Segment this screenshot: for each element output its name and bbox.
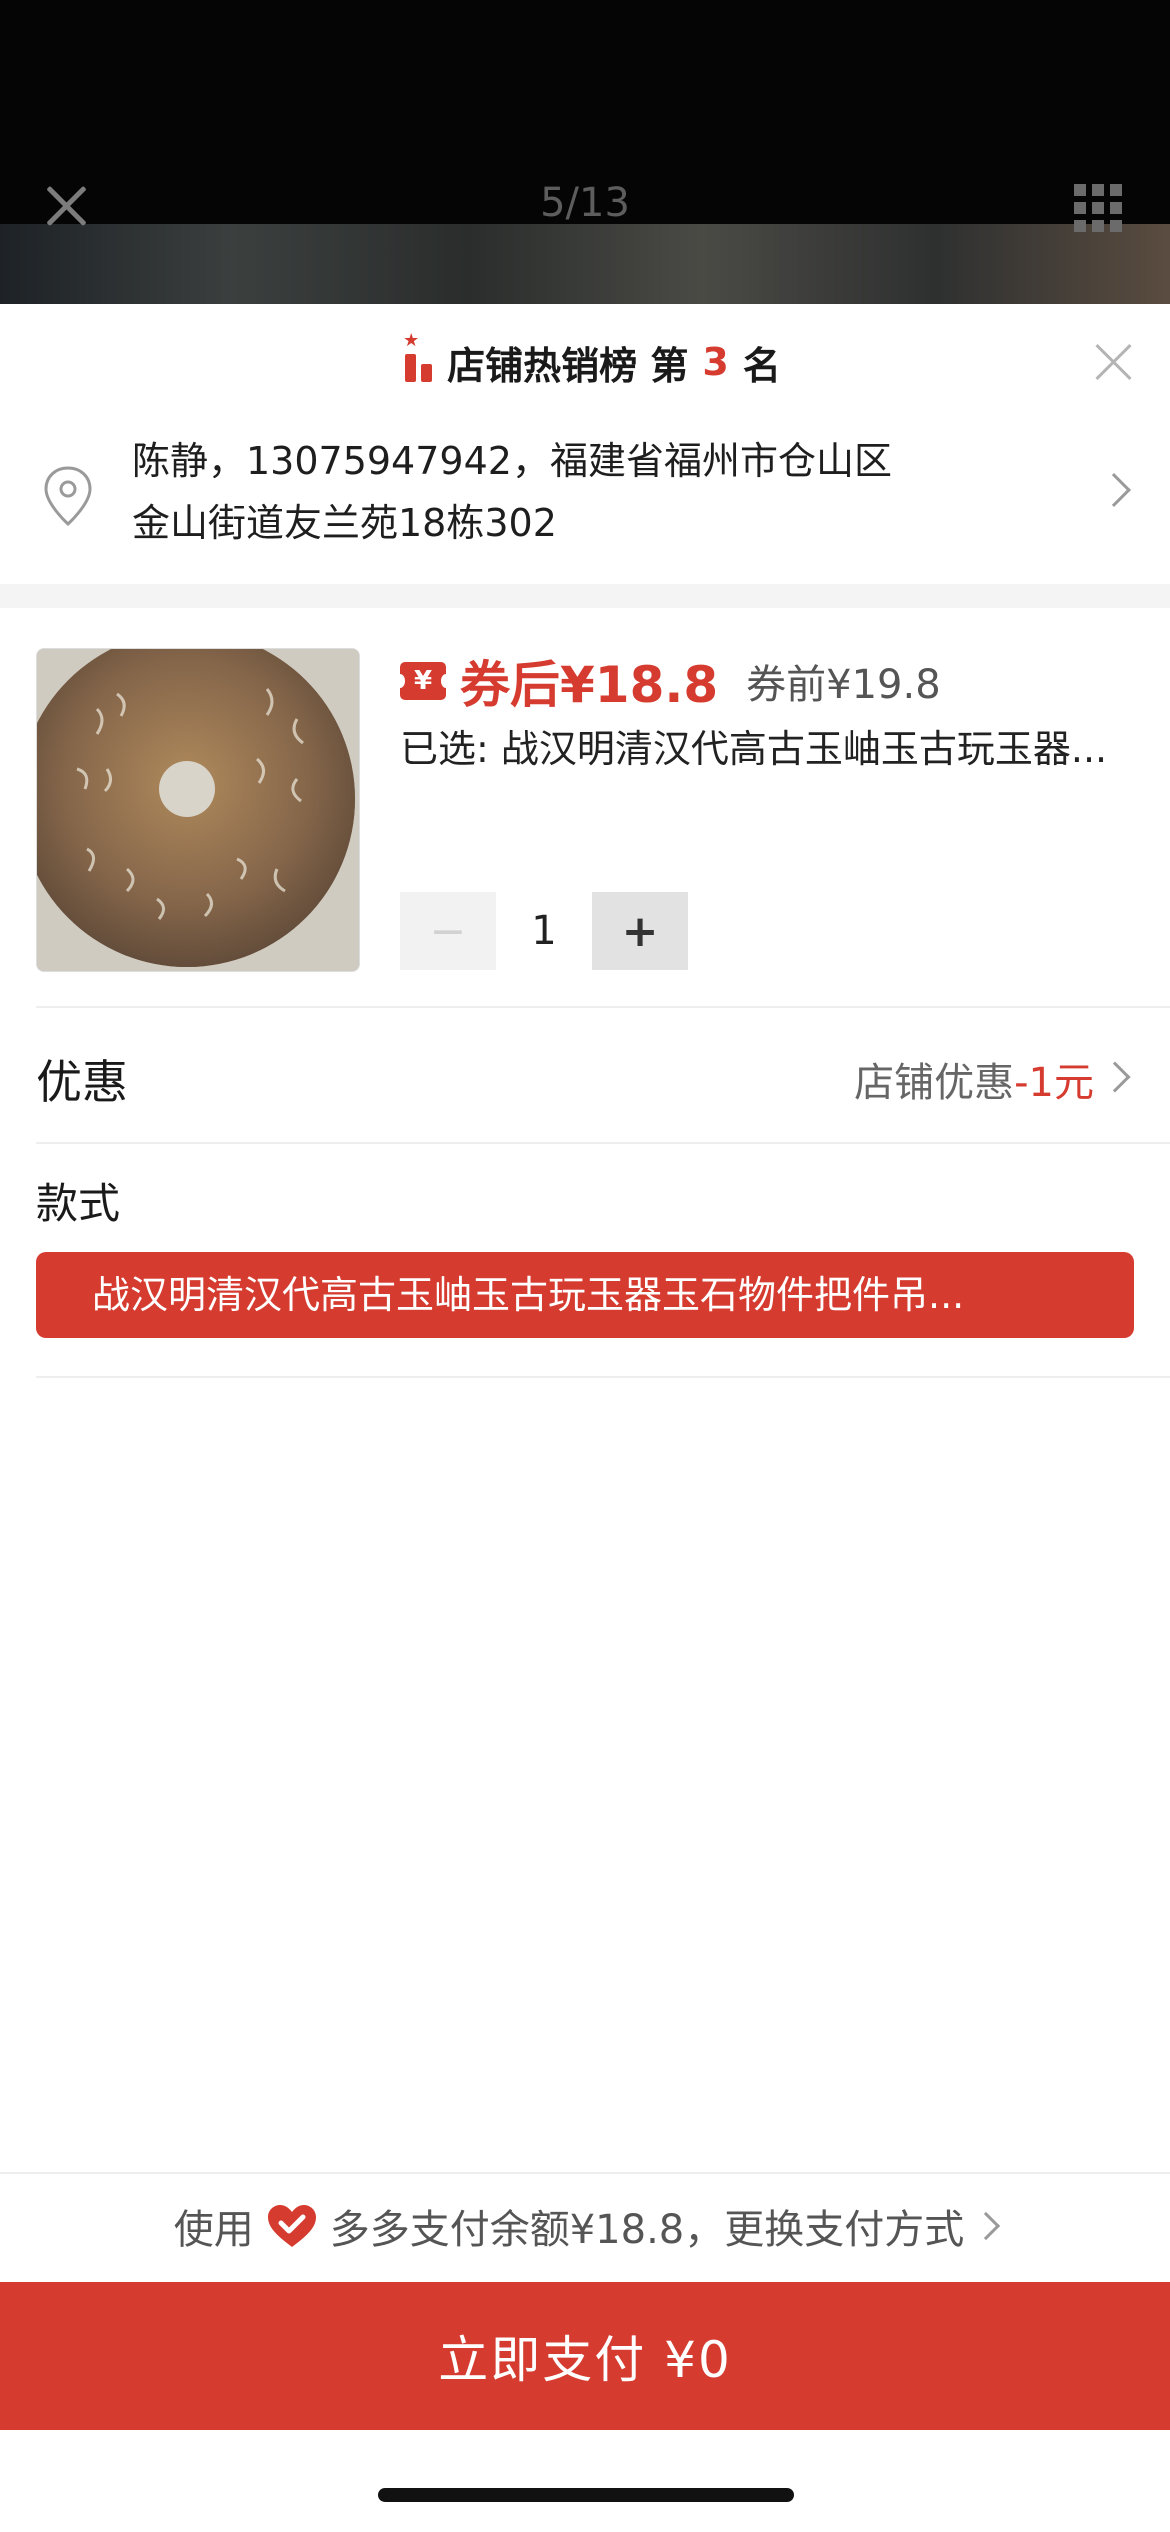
use-label: 使用: [173, 2207, 254, 2253]
shipping-address[interactable]: 陈静，13075947942，福建省福州市仓山区 金山街道友兰苑18栋302: [0, 420, 1170, 584]
selected-variant: 已选: 战汉明清汉代高古玉岫玉古玩玉器...: [400, 727, 1108, 771]
coupon-icon: ¥: [395, 662, 451, 700]
style-label: 款式: [36, 1179, 121, 1228]
grid-view-icon[interactable]: [1074, 184, 1122, 232]
jade-disc-image: [37, 649, 359, 971]
price-line: ¥ 券后¥18.8 券前¥19.8: [395, 646, 941, 716]
style-option-chip[interactable]: 战汉明清汉代高古玉岫玉古玩玉器玉石物件把件吊...: [36, 1252, 1134, 1338]
divider: [36, 1376, 1170, 1378]
chevron-right-icon: [972, 2211, 1001, 2241]
section-divider: [0, 584, 1170, 608]
price-after-coupon: 券后¥18.8: [460, 656, 719, 714]
purchase-sheet: ★ 店铺热销榜 第 3 名 陈静，13075947942，福建省福州市仓山区 金…: [0, 304, 1170, 2532]
discount-amount: -1元: [1014, 1060, 1094, 1106]
product-thumbnail[interactable]: [36, 648, 360, 972]
quantity-stepper: − 1 +: [400, 892, 688, 970]
discount-title: 优惠: [36, 1055, 128, 1109]
discount-label: 店铺优惠: [854, 1060, 1015, 1106]
ranking-prefix: 店铺热销榜 第: [447, 343, 689, 388]
decrease-quantity-button[interactable]: −: [400, 892, 496, 970]
divider: [36, 1006, 1170, 1008]
ranking-number: 3: [702, 340, 729, 384]
increase-quantity-button[interactable]: +: [592, 892, 688, 970]
page-indicator: 5/13: [540, 180, 630, 226]
payment-method-row[interactable]: 使用 多多支付余额¥18.8，更换支付方式: [0, 2172, 1170, 2278]
close-sheet-icon[interactable]: [1094, 342, 1134, 382]
address-line-2: 金山街道友兰苑18栋302: [132, 501, 557, 545]
ranking-suffix: 名: [742, 343, 781, 388]
home-indicator[interactable]: [378, 2488, 794, 2502]
divider: [36, 1142, 1170, 1144]
address-text: 陈静，13075947942，福建省福州市仓山区 金山街道友兰苑18栋302: [132, 430, 1082, 554]
product-photo-preview[interactable]: [0, 224, 1170, 304]
quantity-value[interactable]: 1: [496, 908, 592, 954]
store-ranking-banner: ★ 店铺热销榜 第 3 名: [0, 304, 1170, 420]
pay-now-button[interactable]: 立即支付 ¥0: [0, 2282, 1170, 2430]
payment-method-text: 多多支付余额¥18.8，更换支付方式: [329, 2207, 965, 2253]
product-summary: ¥ 券后¥18.8 券前¥19.8 已选: 战汉明清汉代高古玉岫玉古玩玉器...…: [0, 608, 1170, 1010]
chevron-right-icon: [1099, 1061, 1131, 1093]
photo-viewer: 5/13: [0, 0, 1170, 304]
heart-check-icon: [267, 2205, 316, 2247]
chevron-right-icon: [1097, 473, 1131, 507]
address-line-1: 陈静，13075947942，福建省福州市仓山区: [132, 439, 892, 483]
location-pin-icon: [44, 466, 92, 527]
price-before-coupon: 券前¥19.8: [746, 662, 941, 708]
ranking-icon: ★: [389, 330, 433, 382]
discount-row[interactable]: 优惠 店铺优惠-1元: [0, 1010, 1170, 1144]
discount-value: 店铺优惠-1元: [854, 1050, 1094, 1108]
